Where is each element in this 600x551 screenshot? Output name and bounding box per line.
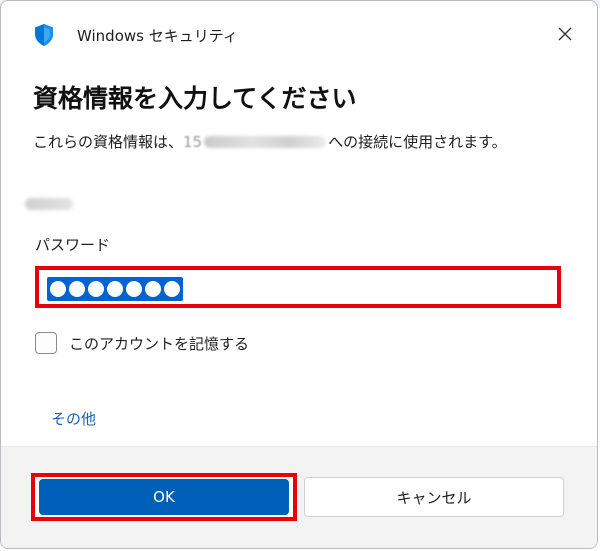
cancel-button[interactable]: キャンセル xyxy=(304,477,564,517)
description-prefix: これらの資格情報は、 xyxy=(33,133,184,151)
password-mask-dot xyxy=(107,281,123,297)
password-mask-dot xyxy=(145,281,161,297)
close-button[interactable] xyxy=(549,19,581,51)
more-choices-link[interactable]: その他 xyxy=(51,408,96,429)
password-masked-value xyxy=(47,277,183,301)
window-title: Windows セキュリティ xyxy=(77,27,238,45)
checkbox-icon[interactable] xyxy=(35,332,57,354)
password-mask-dot xyxy=(126,281,142,297)
password-label: パスワード xyxy=(35,236,111,254)
password-mask-dot xyxy=(88,281,104,297)
remember-label: このアカウントを記憶する xyxy=(69,334,250,353)
shield-icon xyxy=(33,23,55,47)
password-mask-dot xyxy=(69,281,85,297)
remember-account-option[interactable]: このアカウントを記憶する xyxy=(35,332,249,354)
title-bar: Windows セキュリティ xyxy=(1,1,597,63)
description-suffix: への接続に使用されます。 xyxy=(328,133,507,151)
dialog-heading: 資格情報を入力してください xyxy=(33,84,357,113)
ok-button[interactable]: OK xyxy=(39,479,289,515)
redacted-host xyxy=(204,135,327,148)
password-mask-dot xyxy=(50,281,66,297)
close-icon xyxy=(558,26,572,45)
dialog-description: これらの資格情報は、 15 への接続に使用されます。 xyxy=(33,131,507,152)
redacted-host-start: 15 xyxy=(183,132,203,151)
password-field[interactable] xyxy=(35,266,561,308)
redacted-username xyxy=(25,198,73,210)
password-mask-dot xyxy=(164,281,180,297)
credential-dialog: Windows セキュリティ 資格情報を入力してください これらの資格情報は、 … xyxy=(0,0,598,549)
